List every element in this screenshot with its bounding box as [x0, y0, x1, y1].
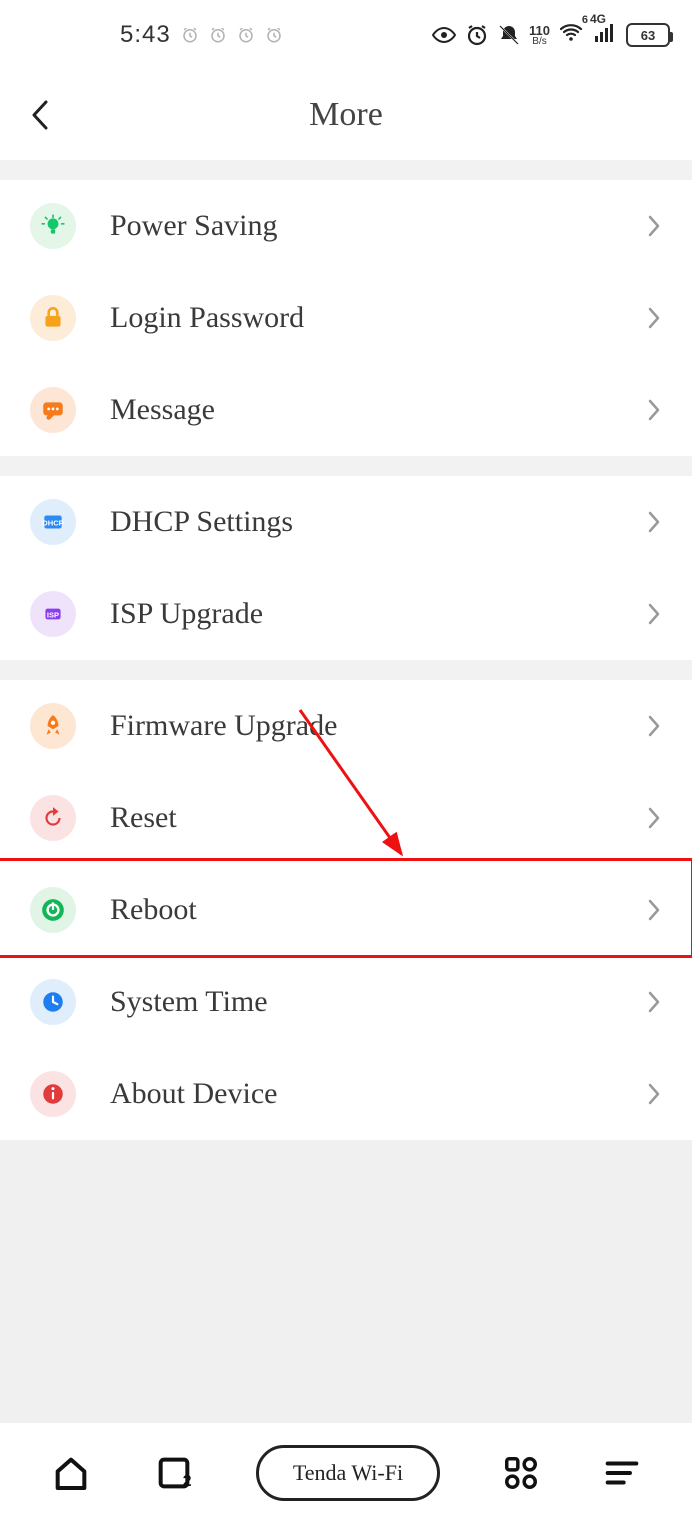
app-pill-button[interactable]: Tenda Wi-Fi — [256, 1445, 440, 1501]
power-icon — [30, 887, 76, 933]
network-speed: 110 B/s — [529, 24, 550, 47]
chevron-left-icon — [28, 98, 52, 132]
chevron-right-icon — [646, 1081, 662, 1107]
settings-item-firmware-upgrade[interactable]: Firmware Upgrade — [0, 680, 692, 772]
alarm-icon — [265, 26, 283, 44]
home-button[interactable] — [51, 1453, 91, 1493]
settings-item-label: Message — [110, 393, 646, 427]
dhcp-icon: DHCP — [30, 499, 76, 545]
status-left: 5:43 — [120, 21, 283, 49]
reset-icon — [30, 795, 76, 841]
chevron-right-icon — [646, 397, 662, 423]
chevron-right-icon — [646, 805, 662, 831]
chevron-right-icon — [646, 509, 662, 535]
alarm-set-icon — [465, 23, 489, 47]
settings-item-login-password[interactable]: Login Password — [0, 272, 692, 364]
chevron-right-icon — [646, 213, 662, 239]
recents-count: 2 — [183, 1473, 192, 1491]
wifi-icon — [558, 20, 584, 44]
section-gap — [0, 660, 692, 680]
rocket-icon — [30, 703, 76, 749]
settings-item-power-saving[interactable]: Power Saving — [0, 180, 692, 272]
apps-grid-icon — [502, 1454, 540, 1492]
settings-section: Power Saving Login Password Message — [0, 180, 692, 456]
settings-item-about-device[interactable]: About Device — [0, 1048, 692, 1140]
chevron-right-icon — [646, 989, 662, 1015]
empty-area — [0, 1140, 692, 1423]
isp-icon: ISP — [30, 591, 76, 637]
wifi-icon-wrap: 6 — [558, 20, 584, 50]
back-button[interactable] — [20, 95, 60, 135]
battery-level: 63 — [641, 28, 655, 43]
status-right: 110 B/s 6 4G 63 — [431, 20, 670, 50]
settings-item-reset[interactable]: Reset — [0, 772, 692, 864]
app-header: More — [0, 70, 692, 160]
signal-icon-wrap: 4G — [592, 20, 618, 50]
bulb-icon — [30, 203, 76, 249]
recents-button[interactable]: 2 — [154, 1453, 194, 1493]
clock-icon — [30, 979, 76, 1025]
settings-section: DHCP DHCP Settings ISP ISP Upgrade — [0, 476, 692, 660]
network-gen: 4G — [590, 12, 606, 26]
menu-button[interactable] — [603, 1454, 641, 1492]
battery-indicator: 63 — [626, 23, 670, 47]
status-bar: 5:43 110 B/s 6 4G 63 — [0, 0, 692, 70]
settings-item-reboot[interactable]: Reboot — [0, 864, 692, 956]
alarm-icon — [237, 26, 255, 44]
alarm-icon — [209, 26, 227, 44]
chevron-right-icon — [646, 897, 662, 923]
section-gap — [0, 160, 692, 180]
settings-item-label: ISP Upgrade — [110, 597, 646, 631]
chevron-right-icon — [646, 601, 662, 627]
settings-item-dhcp-settings[interactable]: DHCP DHCP Settings — [0, 476, 692, 568]
settings-item-label: Reset — [110, 801, 646, 835]
settings-item-label: System Time — [110, 985, 646, 1019]
home-icon — [51, 1453, 91, 1493]
settings-item-label: About Device — [110, 1077, 646, 1111]
settings-item-label: Reboot — [110, 893, 646, 927]
settings-section: Firmware Upgrade Reset Reboot System Tim… — [0, 680, 692, 1140]
settings-item-isp-upgrade[interactable]: ISP ISP Upgrade — [0, 568, 692, 660]
status-time: 5:43 — [120, 21, 171, 49]
lock-icon — [30, 295, 76, 341]
settings-item-label: Power Saving — [110, 209, 646, 243]
svg-text:ISP: ISP — [47, 610, 59, 619]
message-icon — [30, 387, 76, 433]
chevron-right-icon — [646, 305, 662, 331]
wifi-band: 6 — [582, 14, 588, 26]
settings-item-label: Firmware Upgrade — [110, 709, 646, 743]
system-navbar: 2 Tenda Wi-Fi — [0, 1423, 692, 1523]
page-title: More — [309, 96, 383, 134]
eye-icon — [431, 23, 457, 47]
menu-icon — [603, 1454, 641, 1492]
apps-grid-button[interactable] — [502, 1454, 540, 1492]
chevron-right-icon — [646, 713, 662, 739]
app-pill-label: Tenda Wi-Fi — [256, 1445, 440, 1501]
settings-item-system-time[interactable]: System Time — [0, 956, 692, 1048]
settings-item-label: DHCP Settings — [110, 505, 646, 539]
alarm-icon — [181, 26, 199, 44]
settings-item-message[interactable]: Message — [0, 364, 692, 456]
svg-text:DHCP: DHCP — [42, 518, 63, 527]
settings-item-label: Login Password — [110, 301, 646, 335]
mute-icon — [497, 23, 521, 47]
section-gap — [0, 456, 692, 476]
info-icon — [30, 1071, 76, 1117]
